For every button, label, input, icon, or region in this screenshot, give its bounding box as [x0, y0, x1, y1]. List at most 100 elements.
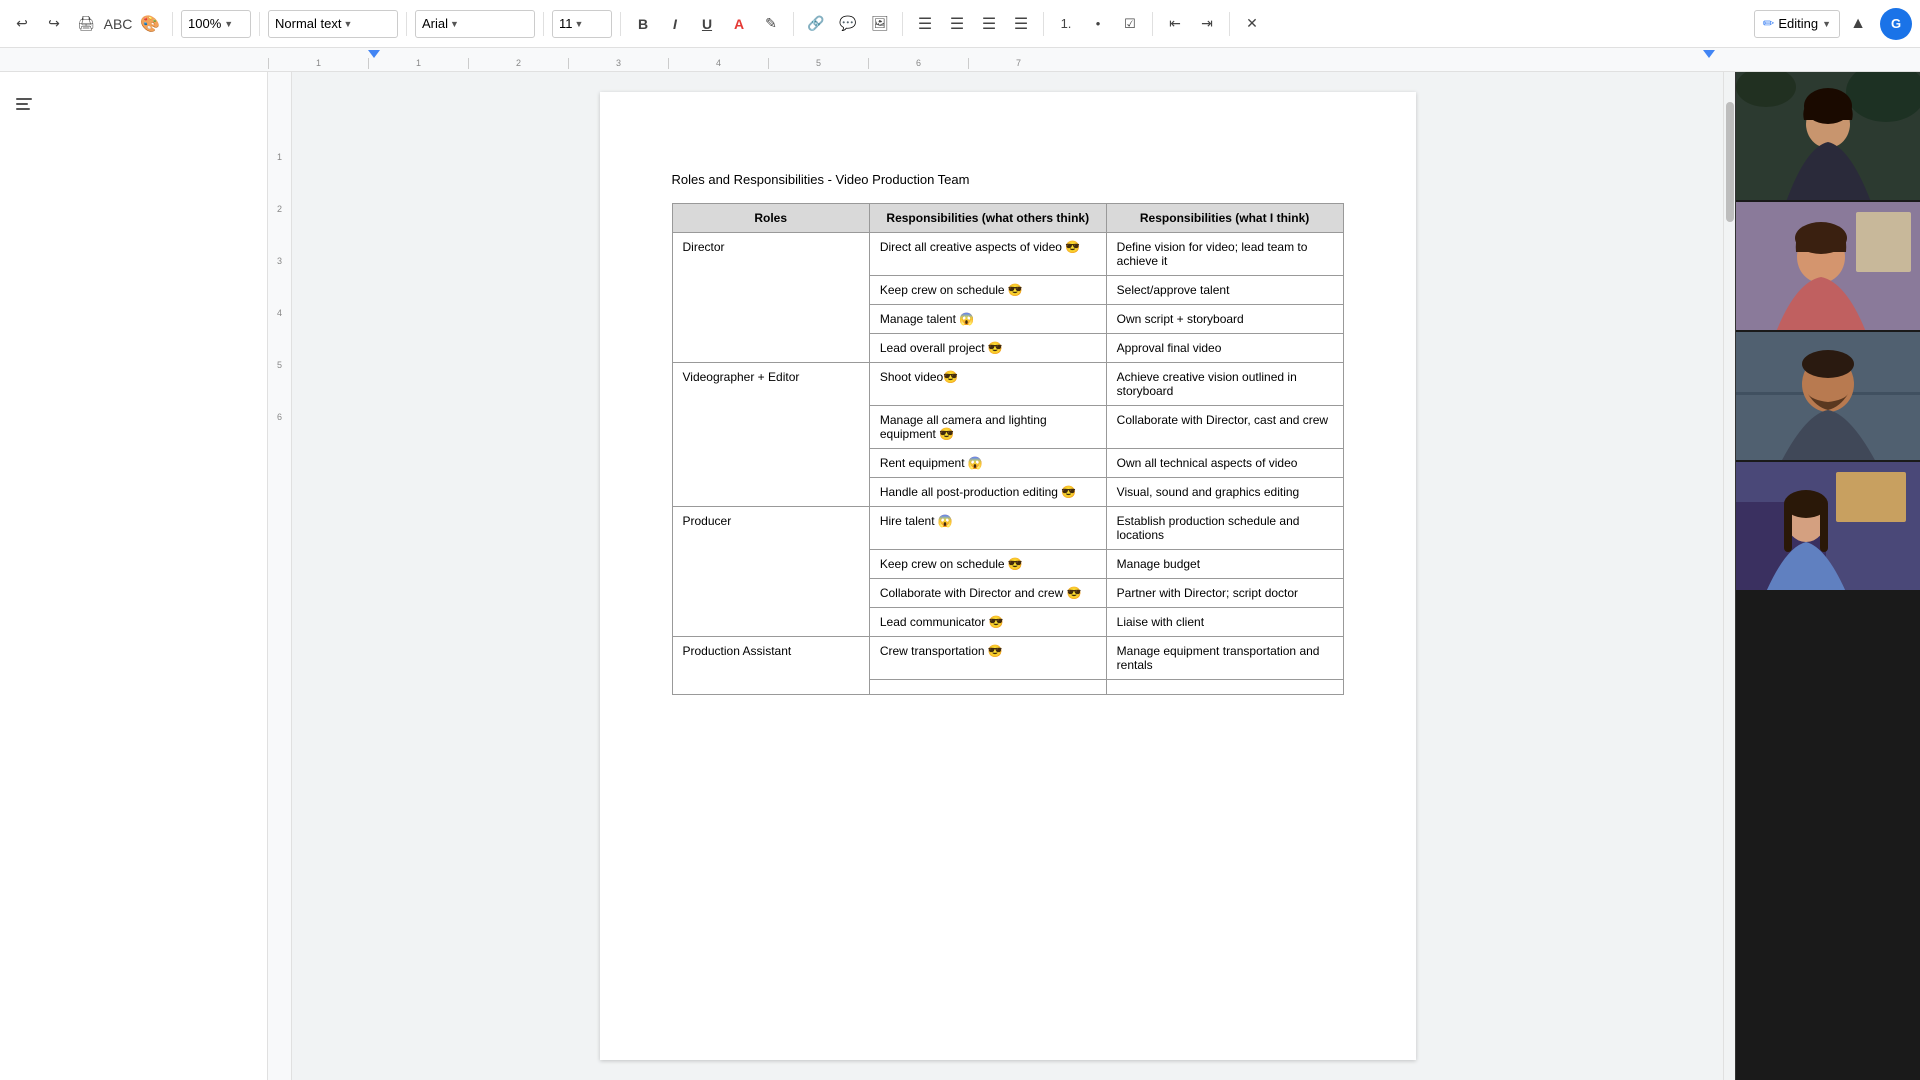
justify-button[interactable]: ☰: [1007, 10, 1035, 38]
mine-cell: Achieve creative vision outlined in stor…: [1106, 363, 1343, 406]
link-button[interactable]: 🔗: [802, 10, 830, 38]
text-color-button[interactable]: A: [725, 10, 753, 38]
vertical-ruler: 1 2 3 4 5 6: [268, 72, 292, 1080]
editing-mode-selector[interactable]: ✏ Editing ▼: [1754, 10, 1840, 38]
others-cell: Shoot video😎: [869, 363, 1106, 406]
ruler-mark: 5: [768, 58, 868, 69]
separator: [1229, 12, 1230, 36]
others-cell: Collaborate with Director and crew 😎: [869, 579, 1106, 608]
tab-stop-marker: [368, 50, 380, 58]
align-right-button[interactable]: ☰: [975, 10, 1003, 38]
align-center-button[interactable]: ☰: [943, 10, 971, 38]
redo-button[interactable]: ↪: [40, 10, 68, 38]
mine-cell: Own script + storyboard: [1106, 305, 1343, 334]
others-cell: Crew transportation 😎: [869, 637, 1106, 680]
video-tile-2: [1736, 202, 1920, 332]
ruler-mark: 1: [368, 58, 468, 69]
role-producer: Producer: [672, 507, 869, 637]
col-header-mine: Responsibilities (what I think): [1106, 204, 1343, 233]
video-tile-4: [1736, 462, 1920, 592]
others-cell: Direct all creative aspects of video 😎: [869, 233, 1106, 276]
zoom-dropdown-arrow: ▼: [224, 19, 233, 29]
col-header-roles: Roles: [672, 204, 869, 233]
font-size-selector[interactable]: 11 ▼: [552, 10, 612, 38]
clear-format-button[interactable]: ✕: [1238, 10, 1266, 38]
image-button[interactable]: 🖼: [866, 10, 894, 38]
editing-pencil-icon: ✏: [1763, 15, 1775, 32]
paint-format-button[interactable]: 🎨: [136, 10, 164, 38]
scrollbar-thumb[interactable]: [1726, 102, 1734, 222]
others-cell: Handle all post-production editing 😎: [869, 478, 1106, 507]
style-dropdown-arrow: ▼: [343, 19, 352, 29]
mine-cell: Establish production schedule and locati…: [1106, 507, 1343, 550]
others-cell: Keep crew on schedule 😎: [869, 550, 1106, 579]
editing-dropdown-arrow: ▼: [1822, 19, 1831, 29]
video-panel: [1735, 72, 1920, 1080]
checklist-dropdown[interactable]: ☑: [1116, 10, 1144, 38]
ruler-mark: 3: [568, 58, 668, 69]
zoom-value: 100%: [188, 16, 221, 31]
role-director: Director: [672, 233, 869, 363]
style-selector[interactable]: Normal text ▼: [268, 10, 398, 38]
font-size-dropdown-arrow: ▼: [575, 19, 584, 29]
toolbar-expand-button[interactable]: ▲: [1844, 10, 1872, 38]
video-tile-3: [1736, 332, 1920, 462]
others-cell: Lead communicator 😎: [869, 608, 1106, 637]
print-button[interactable]: 🖨: [72, 10, 100, 38]
others-cell: Keep crew on schedule 😎: [869, 276, 1106, 305]
separator: [902, 12, 903, 36]
mine-cell: Partner with Director; script doctor: [1106, 579, 1343, 608]
zoom-selector[interactable]: 100% ▼: [181, 10, 251, 38]
ruler-marks: 1 1 2 3 4 5 6 7: [268, 58, 1920, 69]
mine-cell: Visual, sound and graphics editing: [1106, 478, 1343, 507]
separator: [406, 12, 407, 36]
video-feed-2: [1736, 202, 1920, 332]
responsibilities-table: Roles Responsibilities (what others thin…: [672, 203, 1344, 695]
others-cell: Manage talent 😱: [869, 305, 1106, 334]
comment-button[interactable]: 💬: [834, 10, 862, 38]
separator: [543, 12, 544, 36]
bulleted-list-dropdown[interactable]: •: [1084, 10, 1112, 38]
underline-button[interactable]: U: [693, 10, 721, 38]
table-header-row: Roles Responsibilities (what others thin…: [672, 204, 1343, 233]
align-left-button[interactable]: ☰: [911, 10, 939, 38]
undo-button[interactable]: ↩: [8, 10, 36, 38]
separator: [1152, 12, 1153, 36]
user-avatar[interactable]: G: [1880, 8, 1912, 40]
increase-indent-button[interactable]: ⇥: [1193, 10, 1221, 38]
horizontal-ruler: 1 1 2 3 4 5 6 7: [0, 48, 1920, 72]
separator: [793, 12, 794, 36]
document-title: Roles and Responsibilities - Video Produ…: [672, 172, 1344, 187]
others-cell: [869, 680, 1106, 695]
mine-cell: Manage budget: [1106, 550, 1343, 579]
col-header-others: Responsibilities (what others think): [869, 204, 1106, 233]
ruler-mark: 7: [968, 58, 1068, 69]
toolbar: ↩ ↪ 🖨 ABC 🎨 100% ▼ Normal text ▼ Arial ▼…: [0, 0, 1920, 48]
italic-button[interactable]: I: [661, 10, 689, 38]
mine-cell: Manage equipment transportation and rent…: [1106, 637, 1343, 680]
role-production-assistant: Production Assistant: [672, 637, 869, 695]
ruler-mark: 4: [668, 58, 768, 69]
video-feed-1: [1736, 72, 1920, 202]
font-selector[interactable]: Arial ▼: [415, 10, 535, 38]
separator: [1043, 12, 1044, 36]
highlight-button[interactable]: ✎: [757, 10, 785, 38]
mine-cell: Collaborate with Director, cast and crew: [1106, 406, 1343, 449]
spell-check-button[interactable]: ABC: [104, 10, 132, 38]
document-outline-button[interactable]: [8, 88, 40, 120]
mine-cell: Approval final video: [1106, 334, 1343, 363]
document-area[interactable]: Roles and Responsibilities - Video Produ…: [292, 72, 1723, 1080]
separator: [172, 12, 173, 36]
font-value: Arial: [422, 16, 448, 31]
ruler-mark: 1: [268, 58, 368, 69]
mine-cell: [1106, 680, 1343, 695]
document[interactable]: Roles and Responsibilities - Video Produ…: [600, 92, 1416, 1060]
table-row: Production Assistant Crew transportation…: [672, 637, 1343, 680]
bold-button[interactable]: B: [629, 10, 657, 38]
decrease-indent-button[interactable]: ⇤: [1161, 10, 1189, 38]
numbered-list-button[interactable]: 1.: [1052, 10, 1080, 38]
vertical-scrollbar[interactable]: [1723, 72, 1735, 1080]
others-cell: Hire talent 😱: [869, 507, 1106, 550]
separator: [259, 12, 260, 36]
font-size-value: 11: [559, 16, 573, 31]
